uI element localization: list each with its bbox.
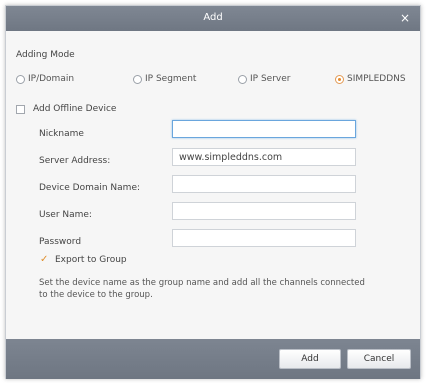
radio-icon (16, 74, 25, 84)
dialog-footer: Add Cancel (6, 339, 420, 379)
radio-ip-server-label: IP Server (250, 74, 291, 84)
checkmark-icon: ✓ (40, 254, 49, 265)
adding-mode-label: Adding Mode (16, 50, 75, 60)
radio-ip-server[interactable]: IP Server (238, 74, 290, 84)
radio-selected-icon (335, 74, 344, 84)
password-input[interactable] (172, 229, 356, 247)
server-address-label: Server Address: (39, 156, 111, 166)
radio-icon (133, 74, 142, 84)
export-group-description: Set the device name as the group name an… (39, 278, 365, 300)
add-button[interactable]: Add (279, 349, 341, 369)
close-icon[interactable]: × (398, 11, 412, 25)
dialog-titlebar[interactable]: Add × (6, 6, 420, 31)
radio-icon (238, 74, 247, 84)
radio-ip-domain-label: IP/Domain (28, 74, 75, 84)
nickname-input[interactable] (172, 120, 356, 138)
add-dialog: Add × Adding Mode IP/Domain IP Segment I… (5, 5, 421, 379)
radio-ip-segment-label: IP Segment (145, 74, 197, 84)
radio-ip-segment[interactable]: IP Segment (133, 74, 196, 84)
radio-simpleddns[interactable]: SIMPLEDDNS (335, 74, 406, 84)
user-name-input[interactable] (172, 202, 356, 220)
add-offline-device-label: Add Offline Device (33, 104, 117, 114)
radio-simpleddns-label: SIMPLEDDNS (347, 74, 406, 84)
dialog-title: Add (203, 12, 223, 23)
device-domain-name-input[interactable] (172, 175, 356, 193)
device-domain-name-label: Device Domain Name: (39, 183, 141, 193)
export-to-group-checkbox[interactable]: ✓ Export to Group (40, 254, 127, 266)
export-to-group-label: Export to Group (55, 255, 127, 265)
server-address-input[interactable] (172, 148, 356, 166)
radio-ip-domain[interactable]: IP/Domain (16, 74, 74, 84)
cancel-button[interactable]: Cancel (347, 349, 411, 369)
nickname-label: Nickname (39, 129, 84, 139)
password-label: Password (39, 237, 82, 247)
user-name-label: User Name: (39, 210, 92, 220)
checkbox-icon (16, 104, 25, 114)
add-offline-device-checkbox[interactable]: Add Offline Device (16, 104, 116, 114)
